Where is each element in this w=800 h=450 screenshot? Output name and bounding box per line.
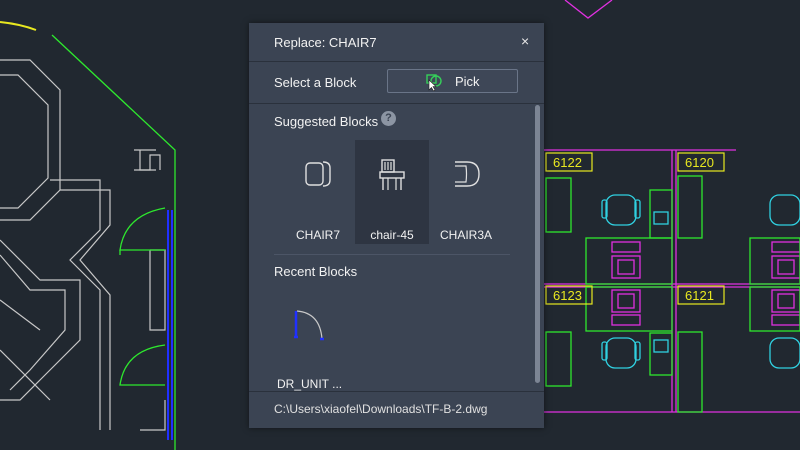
pick-button[interactable]: Pick bbox=[387, 69, 518, 93]
divider bbox=[249, 61, 544, 62]
room-tag-6120: 6120 bbox=[685, 155, 714, 170]
yellow-arc bbox=[0, 21, 37, 31]
suggested-block-label: CHAIR7 bbox=[295, 228, 340, 242]
recent-blocks-heading: Recent Blocks bbox=[274, 264, 358, 279]
green-desks bbox=[545, 175, 800, 413]
select-block-label: Select a Block bbox=[274, 75, 357, 90]
wall-lines bbox=[0, 59, 166, 431]
magenta-diamond bbox=[564, 0, 613, 19]
divider bbox=[274, 254, 510, 255]
door-unit-block-icon bbox=[294, 310, 324, 341]
divider bbox=[249, 103, 544, 104]
suggested-block-chair3a[interactable]: CHAIR3A bbox=[429, 140, 503, 244]
close-icon[interactable]: × bbox=[521, 33, 529, 49]
green-walls bbox=[51, 34, 176, 450]
suggested-block-label: CHAIR3A bbox=[439, 228, 492, 242]
pick-button-label: Pick bbox=[455, 74, 480, 89]
pick-cursor-icon bbox=[426, 74, 442, 91]
chair-45-block-icon bbox=[379, 159, 405, 190]
room-tag-6122: 6122 bbox=[553, 155, 582, 170]
panel-title: Replace: CHAIR7 bbox=[274, 35, 377, 50]
blue-door-jambs bbox=[167, 210, 173, 440]
recent-block-dr-unit[interactable]: DR_UNIT ... bbox=[274, 293, 348, 393]
scrollbar-thumb[interactable] bbox=[535, 105, 540, 383]
suggested-block-chair-45[interactable]: chair-45 bbox=[355, 140, 429, 244]
suggested-blocks-heading: Suggested Blocks bbox=[274, 114, 379, 129]
panel-header: Replace: CHAIR7 × bbox=[249, 23, 544, 61]
scrollbar[interactable] bbox=[535, 105, 540, 383]
help-icon[interactable]: ? bbox=[381, 111, 396, 126]
divider bbox=[249, 391, 544, 392]
cyan-chairs bbox=[601, 194, 800, 369]
recent-block-label: DR_UNIT ... bbox=[277, 377, 343, 391]
suggested-block-label: chair-45 bbox=[370, 228, 414, 242]
room-tag-6121: 6121 bbox=[685, 288, 714, 303]
chair7-block-icon bbox=[305, 161, 331, 187]
chair3a-block-icon bbox=[455, 161, 480, 187]
suggested-block-chair7[interactable]: CHAIR7 bbox=[281, 140, 355, 244]
room-tag-6123: 6123 bbox=[553, 288, 582, 303]
file-path: C:\Users\xiaofel\Downloads\TF-B-2.dwg bbox=[274, 402, 488, 416]
replace-block-panel: Replace: CHAIR7 × Select a Block Pick Su… bbox=[249, 23, 544, 428]
